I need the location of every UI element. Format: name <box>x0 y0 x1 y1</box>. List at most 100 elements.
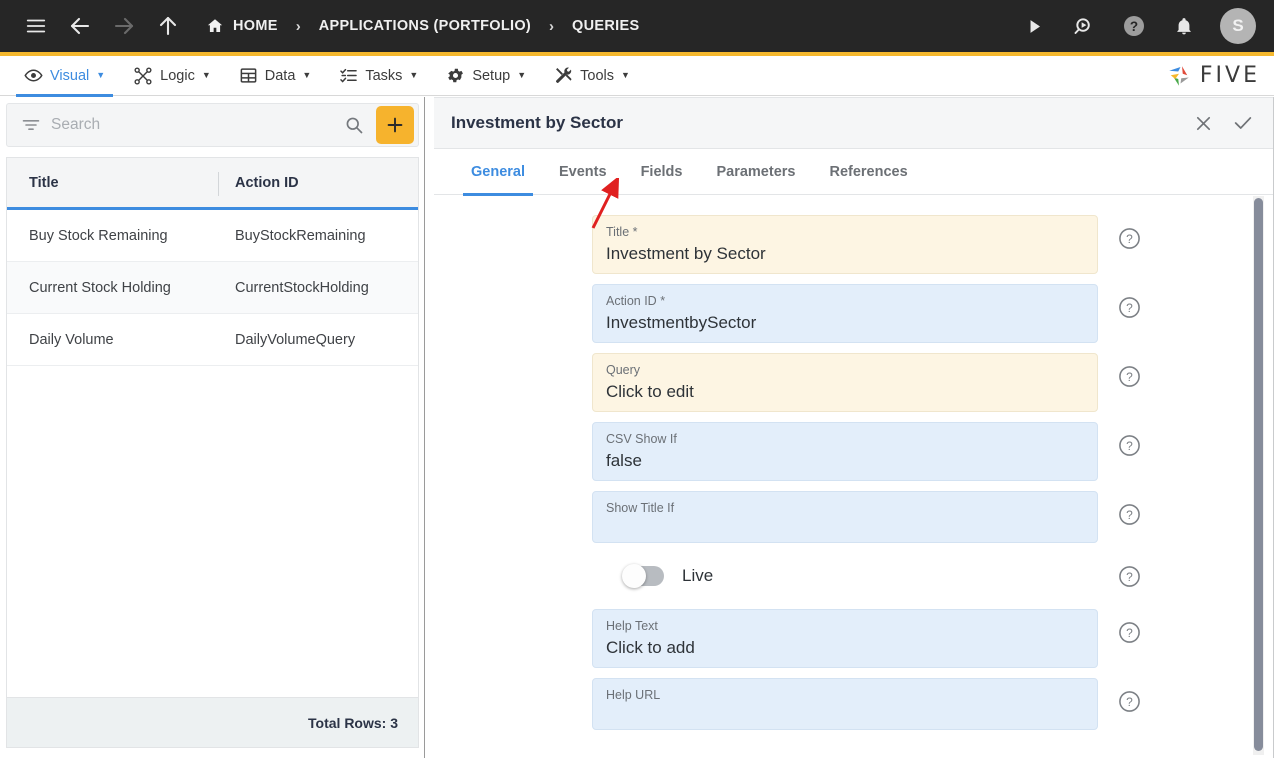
scrollbar-thumb[interactable] <box>1254 198 1263 751</box>
chevron-down-icon: ▼ <box>201 70 211 80</box>
module-menu-bar: Visual ▼ Logic ▼ Data ▼ Tasks ▼ Setup ▼ … <box>0 56 1274 97</box>
chevron-down-icon: ▼ <box>302 70 312 80</box>
field-value: InvestmentbySector <box>606 313 757 332</box>
cell-title: Current Stock Holding <box>29 279 171 296</box>
column-header-action-id[interactable]: Action ID <box>218 175 299 191</box>
query-detail-panel: Investment by Sector General Events Fiel… <box>434 97 1274 758</box>
breadcrumb-separator: › <box>295 17 301 35</box>
tab-references[interactable]: References <box>812 149 924 195</box>
question-circle-icon[interactable]: ? <box>1117 620 1142 645</box>
cell-title: Daily Volume <box>29 331 114 348</box>
form-field-title: Title * Investment by Sector ? <box>434 215 1274 274</box>
help-url-input[interactable]: Help URL <box>592 678 1098 730</box>
five-logo-text: FIVE <box>1199 63 1260 88</box>
form-field-help-url: Help URL ? <box>434 678 1274 730</box>
bell-icon[interactable] <box>1164 0 1204 52</box>
question-circle-icon[interactable]: ? <box>1117 295 1142 320</box>
table-row[interactable]: Current Stock Holding CurrentStockHoldin… <box>7 262 418 314</box>
menu-item-tasks[interactable]: Tasks ▼ <box>325 56 432 96</box>
csv-show-if-input[interactable]: CSV Show If false <box>592 422 1098 481</box>
menu-item-data[interactable]: Data ▼ <box>225 56 326 96</box>
table-header-row: Title Action ID <box>7 158 418 210</box>
top-bar-actions: ? S <box>1014 0 1274 52</box>
breadcrumb-label: APPLICATIONS (PORTFOLIO) <box>318 18 532 34</box>
svg-text:?: ? <box>1126 232 1133 246</box>
question-circle-icon[interactable]: ? <box>1117 433 1142 458</box>
tab-fields[interactable]: Fields <box>624 149 700 195</box>
page-title: Investment by Sector <box>451 113 623 132</box>
filter-icon[interactable] <box>7 115 51 135</box>
menu-item-label: Setup <box>472 67 511 84</box>
live-toggle-label: Live <box>682 566 714 585</box>
five-logo: FIVE <box>1164 61 1260 91</box>
table-row[interactable]: Buy Stock Remaining BuyStockRemaining <box>7 210 418 262</box>
five-pinwheel-icon <box>1164 61 1194 91</box>
menu-item-logic[interactable]: Logic ▼ <box>119 56 225 96</box>
form-field-csv-show-if: CSV Show If false ? <box>434 422 1274 481</box>
field-value: false <box>606 451 642 470</box>
menu-item-label: Data <box>264 67 296 84</box>
arrow-up-icon[interactable] <box>146 0 190 52</box>
cell-action-id: BuyStockRemaining <box>235 227 366 244</box>
checklist-icon <box>339 66 358 85</box>
question-circle-icon[interactable]: ? <box>1117 226 1142 251</box>
gear-icon <box>446 66 465 85</box>
tab-general[interactable]: General <box>454 149 542 196</box>
menu-item-setup[interactable]: Setup ▼ <box>432 56 540 96</box>
breadcrumb-item-applications[interactable]: APPLICATIONS (PORTFOLIO) <box>317 18 533 34</box>
cell-action-id: CurrentStockHolding <box>235 279 369 296</box>
form-scrollbar[interactable] <box>1253 196 1264 755</box>
column-divider <box>218 172 219 196</box>
search-input[interactable] <box>51 116 332 134</box>
column-header-title[interactable]: Title <box>7 175 218 191</box>
chevron-down-icon: ▼ <box>409 70 419 80</box>
query-input[interactable]: Query Click to edit <box>592 353 1098 412</box>
breadcrumb-separator: › <box>549 17 555 35</box>
menu-item-label: Visual <box>50 67 90 84</box>
magnifier-icon[interactable] <box>332 115 376 135</box>
field-value: Click to add <box>606 638 695 657</box>
action-id-input[interactable]: Action ID * InvestmentbySector <box>592 284 1098 343</box>
title-input[interactable]: Title * Investment by Sector <box>592 215 1098 274</box>
play-icon[interactable] <box>1014 0 1054 52</box>
hamburger-icon[interactable] <box>14 0 58 52</box>
form-field-help-text: Help Text Click to add ? <box>434 609 1274 668</box>
breadcrumb-item-queries[interactable]: QUERIES <box>570 18 641 34</box>
add-query-button[interactable] <box>376 106 414 144</box>
toggle-knob <box>622 564 646 588</box>
question-circle-icon[interactable]: ? <box>1114 0 1154 52</box>
table-grid-icon <box>239 66 258 85</box>
field-label: CSV Show If <box>606 432 677 446</box>
breadcrumb-label: QUERIES <box>572 18 640 34</box>
arrow-left-icon[interactable] <box>58 0 102 52</box>
avatar[interactable]: S <box>1220 8 1256 44</box>
question-circle-icon[interactable]: ? <box>1117 364 1142 389</box>
tab-events[interactable]: Events <box>542 149 624 195</box>
confirm-check-icon[interactable] <box>1228 108 1258 138</box>
table-row[interactable]: Daily Volume DailyVolumeQuery <box>7 314 418 366</box>
general-form: Title * Investment by Sector ? Action ID… <box>434 196 1274 758</box>
help-text-input[interactable]: Help Text Click to add <box>592 609 1098 668</box>
question-circle-icon[interactable]: ? <box>1117 564 1142 589</box>
tab-parameters[interactable]: Parameters <box>699 149 812 195</box>
menu-item-tools[interactable]: Tools ▼ <box>540 56 644 96</box>
field-label: Show Title If <box>606 501 675 515</box>
question-circle-icon[interactable]: ? <box>1117 689 1142 714</box>
menu-item-visual[interactable]: Visual ▼ <box>10 56 119 97</box>
menu-item-label: Logic <box>160 67 195 84</box>
show-title-if-input[interactable]: Show Title If <box>592 491 1098 543</box>
tab-label: General <box>471 163 525 180</box>
question-circle-icon[interactable]: ? <box>1117 502 1142 527</box>
arrow-right-icon <box>102 0 146 52</box>
close-icon[interactable] <box>1188 108 1218 138</box>
search-play-icon[interactable] <box>1064 0 1104 52</box>
tab-label: References <box>829 163 908 180</box>
logic-nodes-icon <box>133 66 153 86</box>
field-label: Query <box>606 363 641 377</box>
live-toggle[interactable] <box>622 564 664 588</box>
field-label: Title * <box>606 225 638 239</box>
breadcrumb-item-home[interactable]: HOME <box>204 17 280 35</box>
form-field-action-id: Action ID * InvestmentbySector ? <box>434 284 1274 343</box>
svg-text:?: ? <box>1126 695 1133 709</box>
form-field-show-title-if: Show Title If ? <box>434 491 1274 543</box>
